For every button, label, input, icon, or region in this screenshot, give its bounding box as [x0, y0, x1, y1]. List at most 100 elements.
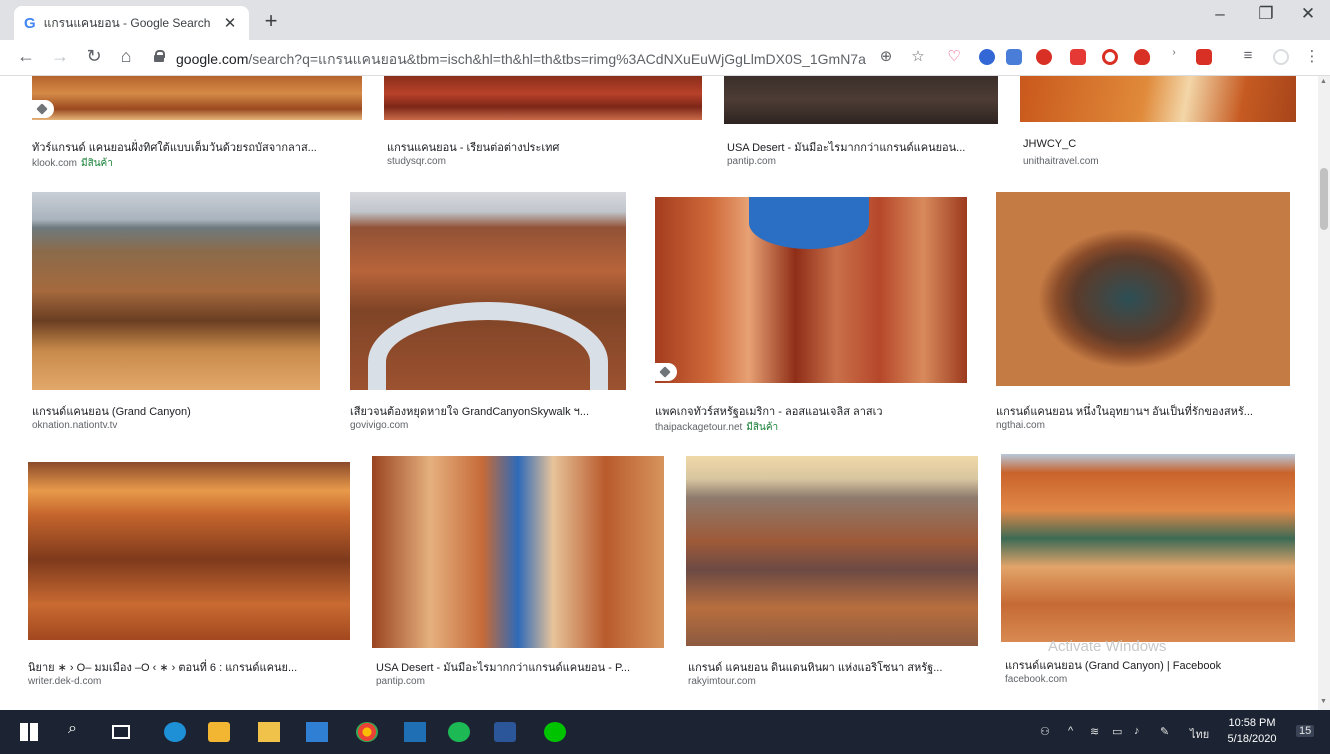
result-source: writer.dek-d.com — [28, 676, 102, 687]
task-view-icon[interactable] — [112, 725, 130, 739]
zoom-icon[interactable]: ⊕ — [876, 47, 896, 65]
result-caption[interactable]: USA Desert - มันมีอะไรมากกว่าแกรนด์แคนยอ… — [376, 658, 666, 676]
google-favicon-icon: G — [24, 14, 36, 32]
scrollbar-thumb[interactable] — [1320, 168, 1328, 230]
result-thumbnail[interactable] — [655, 197, 967, 383]
clock-date: 5/18/2020 — [1227, 733, 1277, 745]
taskbar-clock[interactable]: 10:58 PM 5/18/2020 — [1220, 715, 1284, 747]
lock-icon[interactable] — [154, 50, 165, 62]
result-thumbnail[interactable] — [1001, 454, 1295, 642]
language-indicator[interactable]: ไทย — [1190, 725, 1209, 743]
result-source: ngthai.com — [996, 420, 1045, 431]
spotify-icon[interactable] — [448, 722, 470, 742]
browser-tab[interactable]: G แกรนแคนยอน - Google Search ✕ — [14, 6, 249, 40]
result-thumbnail[interactable] — [372, 456, 664, 648]
sky-shape — [749, 197, 869, 249]
extension-icon-2[interactable] — [1006, 49, 1022, 65]
store-icon[interactable] — [208, 722, 230, 742]
forward-button[interactable]: → — [48, 46, 72, 67]
result-thumbnail[interactable] — [996, 192, 1290, 386]
result-caption[interactable]: เสียวจนต้องหยุดหายใจ GrandCanyonSkywalk … — [350, 402, 626, 420]
extension-icon-3[interactable] — [1036, 49, 1052, 65]
result-source: oknation.nationtv.tv — [32, 420, 118, 431]
result-thumbnail[interactable] — [28, 462, 350, 640]
result-source: thaipackagetour.net มีสินค้า — [655, 422, 779, 433]
result-source: govivigo.com — [350, 420, 409, 431]
result-thumbnail[interactable] — [686, 456, 978, 646]
reading-list-icon[interactable]: ≡ — [1238, 47, 1258, 64]
notification-center-icon[interactable]: 15 — [1296, 725, 1315, 737]
result-caption[interactable]: แพคเกจทัวร์สหรัฐอเมริกา - ลอสแอนเจลิส ลา… — [655, 402, 967, 420]
product-badge: มีสินค้า — [746, 422, 779, 433]
skywalk-arch-shape — [368, 302, 608, 390]
reload-button[interactable]: ↻ — [82, 46, 106, 67]
more-extensions-icon[interactable]: › — [1164, 47, 1184, 58]
opera-extension-icon[interactable] — [1102, 49, 1118, 65]
scroll-down-icon[interactable]: ▼ — [1320, 698, 1327, 705]
result-source: pantip.com — [376, 676, 425, 687]
mail-icon[interactable] — [306, 722, 328, 742]
product-badge: มีสินค้า — [81, 158, 113, 169]
app-icon[interactable] — [404, 722, 426, 742]
result-caption[interactable]: แกรนด์แคนยอน (Grand Canyon) | Facebook — [1005, 656, 1295, 674]
extension-icon-5[interactable] — [1196, 49, 1212, 65]
file-explorer-icon[interactable] — [258, 722, 280, 742]
pen-icon[interactable]: ✎ — [1160, 725, 1169, 738]
result-caption[interactable]: ทัวร์แกรนด์ แคนยอนฝั่งทิศใต้แบบเต็มวันด้… — [32, 138, 362, 156]
result-caption[interactable]: แกรนด์แคนยอน (Grand Canyon) — [32, 402, 320, 420]
result-thumbnail[interactable] — [32, 192, 320, 390]
windows-start-icon[interactable] — [20, 723, 38, 741]
extension-icon-1[interactable] — [979, 49, 995, 65]
result-thumbnail[interactable] — [1020, 76, 1296, 122]
scroll-up-icon[interactable]: ▲ — [1320, 78, 1327, 85]
volume-icon[interactable]: ♪ — [1134, 725, 1140, 737]
result-source: facebook.com — [1005, 674, 1068, 685]
result-caption[interactable]: JHWCY_C — [1023, 138, 1299, 150]
window-close-button[interactable]: ✕ — [1288, 4, 1328, 24]
battery-icon[interactable]: ▭ — [1112, 725, 1122, 738]
result-thumbnail[interactable] — [384, 76, 702, 120]
chrome-icon[interactable] — [356, 722, 378, 742]
page-scrollbar[interactable]: ▲ ▼ — [1318, 76, 1330, 710]
search-icon[interactable]: ⌕ — [68, 720, 90, 740]
minimize-button[interactable]: – — [1200, 4, 1240, 24]
image-results: ทัวร์แกรนด์ แคนยอนฝั่งทิศใต้แบบเต็มวันด้… — [0, 76, 1318, 710]
profile-avatar[interactable] — [1273, 49, 1289, 65]
result-caption[interactable]: แกรนด์แคนยอน หนึ่งในอุทยานฯ อันเป็นที่รั… — [996, 402, 1290, 420]
result-caption[interactable]: แกรนด์ แคนยอน ดินแดนหินผา แห่งแอริโซนา ส… — [688, 658, 978, 676]
result-thumbnail[interactable] — [724, 76, 998, 124]
result-thumbnail[interactable] — [350, 192, 626, 390]
product-tag-icon — [655, 363, 677, 381]
extension-icon-4[interactable] — [1070, 49, 1086, 65]
result-caption[interactable]: แกรนแคนยอน - เรียนต่อต่างประเทศ — [387, 138, 705, 156]
shield-extension-icon[interactable] — [1134, 49, 1150, 65]
activate-windows-watermark: Activate Windows — [1048, 638, 1167, 655]
result-source: klook.com มีสินค้า — [32, 158, 113, 169]
address-toolbar: ← → ↻ ⌂ google.com/search?q=แกรนแคนยอน&t… — [0, 40, 1330, 76]
bookmark-star-icon[interactable]: ☆ — [908, 47, 928, 65]
edge-icon[interactable] — [164, 722, 186, 742]
result-source: pantip.com — [727, 156, 776, 167]
result-caption[interactable]: นิยาย ∗ › O– มมเมือง –O ‹ ∗ › ตอนที่ 6 :… — [28, 658, 350, 676]
url-field[interactable]: google.com/search?q=แกรนแคนยอน&tbm=isch&… — [176, 49, 866, 71]
people-icon[interactable]: ⚇ — [1040, 725, 1050, 738]
restore-button[interactable]: ❐ — [1246, 4, 1286, 24]
wifi-icon[interactable]: ≋ — [1090, 725, 1099, 738]
word-icon[interactable] — [494, 722, 516, 742]
back-button[interactable]: ← — [14, 46, 38, 67]
result-source: rakyimtour.com — [688, 676, 756, 687]
result-source: studysqr.com — [387, 156, 446, 167]
tab-close-icon[interactable]: ✕ — [221, 14, 239, 32]
menu-icon[interactable]: ⋮ — [1302, 47, 1322, 65]
result-source: unithaitravel.com — [1023, 156, 1099, 167]
home-button[interactable]: ⌂ — [114, 46, 138, 67]
new-tab-button[interactable]: + — [258, 8, 284, 34]
product-tag-icon — [32, 100, 54, 118]
line-icon[interactable] — [544, 722, 566, 742]
show-hidden-icons[interactable]: ^ — [1068, 725, 1073, 737]
result-caption[interactable]: USA Desert - มันมีอะไรมากกว่าแกรนด์แคนยอ… — [727, 138, 1001, 156]
clock-time: 10:58 PM — [1228, 717, 1276, 729]
windows-taskbar: ⌕ ⚇ ^ ≋ ▭ ♪ ✎ ไทย 10:58 PM 5/18/2020 15 — [0, 710, 1330, 754]
result-thumbnail[interactable] — [32, 76, 362, 120]
heart-extension-icon[interactable]: ♡ — [944, 47, 964, 65]
